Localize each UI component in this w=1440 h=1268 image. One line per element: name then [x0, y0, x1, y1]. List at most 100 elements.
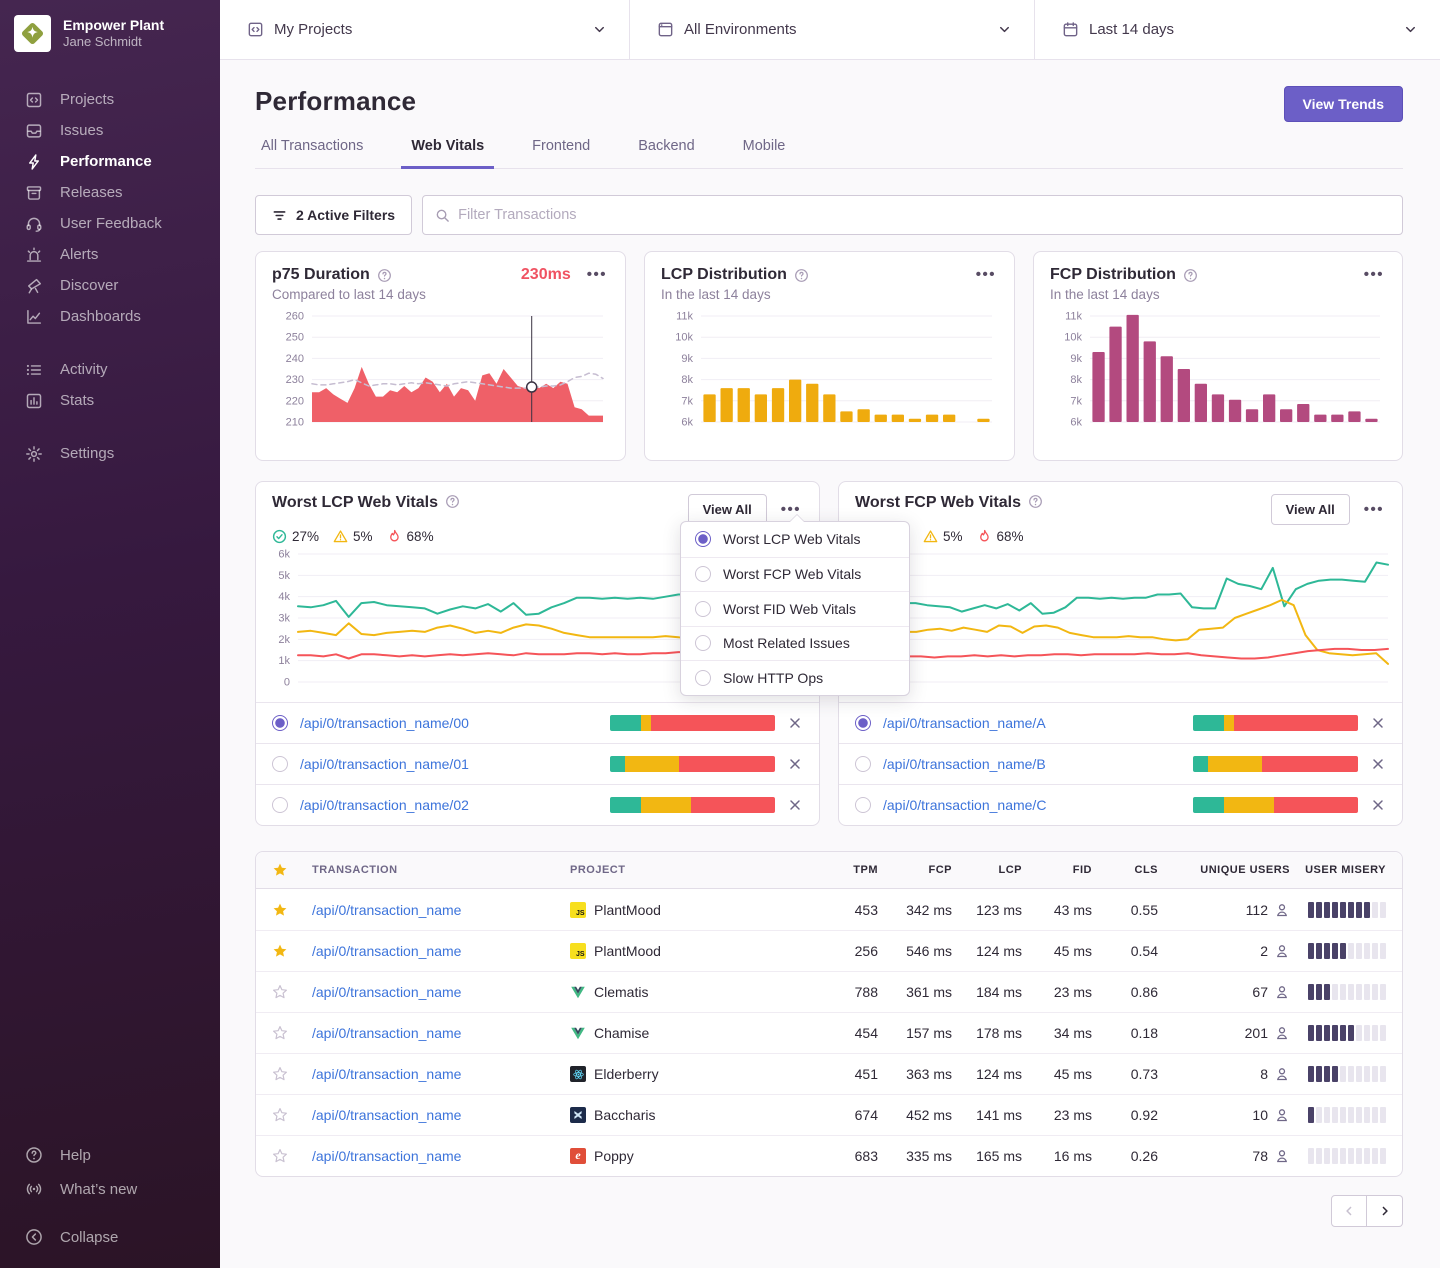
- transaction-radio[interactable]: [272, 797, 288, 813]
- transaction-link[interactable]: /api/0/transaction_name/C: [883, 797, 1181, 813]
- help-icon[interactable]: [377, 268, 392, 283]
- star-icon[interactable]: [272, 943, 288, 959]
- p75-duration-chart[interactable]: 260250240230220210: [272, 310, 609, 432]
- dropdown-radio[interactable]: [695, 531, 711, 547]
- transaction-link[interactable]: /api/0/transaction_name: [312, 1107, 570, 1123]
- date-range-selector[interactable]: Last 14 days: [1035, 0, 1440, 59]
- dropdown-radio[interactable]: [695, 670, 711, 686]
- lcp-distribution-chart[interactable]: 11k10k9k8k7k6k: [661, 310, 998, 432]
- dropdown-item-slow-http-ops[interactable]: Slow HTTP Ops: [681, 660, 909, 695]
- transaction-radio[interactable]: [272, 756, 288, 772]
- star-icon[interactable]: [272, 1107, 288, 1123]
- view-trends-button[interactable]: View Trends: [1284, 86, 1403, 122]
- help-icon[interactable]: [1183, 268, 1198, 283]
- close-icon[interactable]: [1370, 797, 1386, 813]
- sidebar-item-what-s-new[interactable]: What’s new: [0, 1172, 220, 1206]
- transaction-link[interactable]: /api/0/transaction_name/A: [883, 715, 1181, 731]
- sidebar-item-stats[interactable]: Stats: [0, 385, 220, 416]
- help-icon[interactable]: [1028, 494, 1043, 509]
- sidebar-item-user-feedback[interactable]: User Feedback: [0, 208, 220, 239]
- sidebar-item-alerts[interactable]: Alerts: [0, 239, 220, 270]
- sidebar-item-activity[interactable]: Activity: [0, 354, 220, 385]
- overflow-menu-button[interactable]: [974, 269, 998, 281]
- close-icon[interactable]: [787, 756, 803, 772]
- column-header-tpm[interactable]: TPM: [820, 864, 878, 876]
- column-header-cls[interactable]: CLS: [1092, 864, 1158, 876]
- tab-backend[interactable]: Backend: [628, 138, 704, 169]
- transaction-link[interactable]: /api/0/transaction_name: [312, 943, 570, 959]
- vitals-legend-item: 68%: [977, 529, 1024, 544]
- close-icon[interactable]: [787, 797, 803, 813]
- column-header-lcp[interactable]: LCP: [952, 864, 1022, 876]
- sidebar-item-projects[interactable]: Projects: [0, 84, 220, 115]
- transaction-link[interactable]: /api/0/transaction_name: [312, 1148, 570, 1164]
- dropdown-radio[interactable]: [695, 566, 711, 582]
- tab-frontend[interactable]: Frontend: [522, 138, 600, 169]
- transaction-link[interactable]: /api/0/transaction_name: [312, 984, 570, 1000]
- overflow-menu-button[interactable]: [585, 269, 609, 281]
- sidebar-item-releases[interactable]: Releases: [0, 177, 220, 208]
- sidebar-item-help[interactable]: Help: [0, 1138, 220, 1172]
- table-header-row: TRANSACTIONPROJECTTPMFCPLCPFIDCLSUNIQUE …: [256, 852, 1402, 889]
- transaction-link[interactable]: /api/0/transaction_name/00: [300, 715, 598, 731]
- close-icon[interactable]: [1370, 756, 1386, 772]
- transaction-radio[interactable]: [855, 756, 871, 772]
- cell-lcp: 141 ms: [952, 1107, 1022, 1123]
- star-icon[interactable]: [272, 1148, 288, 1164]
- pagination-previous-button[interactable]: [1331, 1195, 1367, 1227]
- star-icon[interactable]: [272, 902, 288, 918]
- column-header-fcp[interactable]: FCP: [878, 864, 952, 876]
- close-icon[interactable]: [1370, 715, 1386, 731]
- active-filters-button[interactable]: 2 Active Filters: [255, 195, 412, 235]
- project-selector[interactable]: My Projects: [220, 0, 630, 59]
- column-header-project[interactable]: PROJECT: [570, 864, 820, 876]
- transaction-link[interactable]: /api/0/transaction_name/B: [883, 756, 1181, 772]
- transaction-link[interactable]: /api/0/transaction_name: [312, 1066, 570, 1082]
- column-header-transaction[interactable]: TRANSACTION: [312, 864, 570, 876]
- close-icon[interactable]: [787, 715, 803, 731]
- sidebar-collapse-button[interactable]: Collapse: [0, 1220, 220, 1254]
- fcp-distribution-chart[interactable]: 11k10k9k8k7k6k: [1050, 310, 1386, 432]
- tab-mobile[interactable]: Mobile: [733, 138, 796, 169]
- dropdown-item-most-related-issues[interactable]: Most Related Issues: [681, 626, 909, 661]
- transaction-link[interactable]: /api/0/transaction_name/01: [300, 756, 598, 772]
- star-icon[interactable]: [272, 1025, 288, 1041]
- dropdown-item-worst-fcp-web-vitals[interactable]: Worst FCP Web Vitals: [681, 557, 909, 592]
- sidebar-item-dashboards[interactable]: Dashboards: [0, 301, 220, 332]
- transaction-link[interactable]: /api/0/transaction_name: [312, 902, 570, 918]
- dropdown-radio[interactable]: [695, 635, 711, 651]
- transaction-link[interactable]: /api/0/transaction_name/02: [300, 797, 598, 813]
- sidebar-item-settings[interactable]: Settings: [0, 438, 220, 469]
- sidebar-item-performance[interactable]: Performance: [0, 146, 220, 177]
- star-icon[interactable]: [272, 1066, 288, 1082]
- pagination-next-button[interactable]: [1367, 1195, 1403, 1227]
- column-header-unique-users[interactable]: UNIQUE USERS: [1158, 864, 1290, 876]
- org-switcher[interactable]: Empower Plant Jane Schmidt: [0, 0, 220, 62]
- help-icon[interactable]: [794, 268, 809, 283]
- chevron-down-icon: [997, 22, 1012, 37]
- sidebar-item-issues[interactable]: Issues: [0, 115, 220, 146]
- transaction-link[interactable]: /api/0/transaction_name: [312, 1025, 570, 1041]
- dropdown-item-worst-lcp-web-vitals[interactable]: Worst LCP Web Vitals: [681, 522, 909, 557]
- overflow-menu-button[interactable]: [1362, 269, 1386, 281]
- user-icon: [1274, 1025, 1290, 1041]
- tab-web-vitals[interactable]: Web Vitals: [401, 138, 494, 169]
- view-all-button[interactable]: View All: [1271, 494, 1350, 525]
- dropdown-radio[interactable]: [695, 601, 711, 617]
- column-header-fid[interactable]: FID: [1022, 864, 1092, 876]
- tab-all-transactions[interactable]: All Transactions: [251, 138, 373, 169]
- star-icon[interactable]: [272, 984, 288, 1000]
- transaction-radio[interactable]: [855, 797, 871, 813]
- overflow-menu-button[interactable]: [1362, 504, 1386, 516]
- environment-selector[interactable]: All Environments: [630, 0, 1035, 59]
- dropdown-item-worst-fid-web-vitals[interactable]: Worst FID Web Vitals: [681, 591, 909, 626]
- transaction-radio[interactable]: [272, 715, 288, 731]
- sidebar-item-discover[interactable]: Discover: [0, 270, 220, 301]
- worst-fcp-chart[interactable]: 6k5k4k3k2k1k0: [847, 548, 1394, 692]
- search-input[interactable]: [458, 207, 1390, 223]
- help-icon[interactable]: [445, 494, 460, 509]
- column-header-user-misery[interactable]: USER MISERY: [1290, 864, 1386, 876]
- star-icon[interactable]: [272, 862, 288, 878]
- environment-selector-label: All Environments: [684, 21, 997, 38]
- transaction-radio[interactable]: [855, 715, 871, 731]
